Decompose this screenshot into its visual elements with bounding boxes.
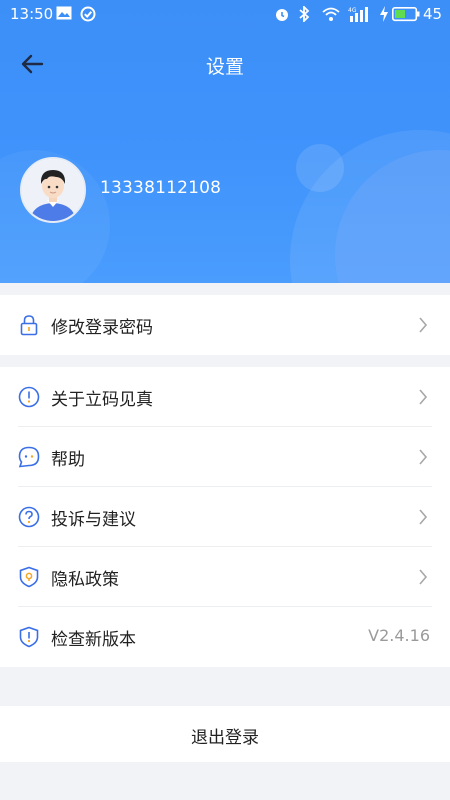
menu-item-label: 投诉与建议 <box>51 510 136 530</box>
menu-item-feedback[interactable]: 投诉与建议 <box>0 487 450 547</box>
chevron-right-icon <box>418 317 428 333</box>
decor-circle <box>296 144 344 192</box>
wifi-icon <box>322 6 340 27</box>
version-value: V2.4.16 <box>368 626 430 645</box>
battery-icon <box>392 6 420 27</box>
profile-header: 13:50 4G 45 设置 13338112108 <box>0 0 450 283</box>
chevron-right-icon <box>418 389 428 405</box>
logout-label: 退出登录 <box>191 728 259 748</box>
menu-item-label: 检查新版本 <box>51 630 136 650</box>
menu-item-privacy[interactable]: 隐私政策 <box>0 547 450 607</box>
menu-item-about[interactable]: 关于立码见真 <box>0 367 450 427</box>
status-time: 13:50 <box>10 5 54 23</box>
bluetooth-icon <box>298 4 310 27</box>
menu-item-label: 关于立码见真 <box>51 390 153 410</box>
check-circle-icon <box>80 6 96 27</box>
info-icon <box>18 386 40 408</box>
status-bar: 13:50 4G 45 <box>0 0 450 28</box>
lock-icon <box>18 314 40 336</box>
menu-item-label: 帮助 <box>51 450 85 470</box>
image-notification-icon <box>56 6 72 25</box>
charging-icon <box>380 6 388 27</box>
chat-icon <box>18 446 40 468</box>
chevron-right-icon <box>418 509 428 525</box>
menu-item-label: 修改登录密码 <box>51 318 153 338</box>
shield-alert-icon <box>18 626 40 648</box>
about-section: 关于立码见真 帮助 投诉与建议 隐私政策 检查新版本 V2.4.16 <box>0 367 450 667</box>
user-avatar-icon <box>22 159 84 221</box>
battery-percent: 45 <box>423 5 443 23</box>
svg-text:4G: 4G <box>348 7 357 14</box>
avatar[interactable] <box>20 157 86 223</box>
security-section: 修改登录密码 <box>0 295 450 355</box>
menu-item-label: 隐私政策 <box>51 570 119 590</box>
signal-icon: 4G <box>348 6 372 27</box>
shield-location-icon <box>18 566 40 588</box>
page-title: 设置 <box>205 56 244 78</box>
alarm-icon <box>274 6 290 27</box>
menu-item-help[interactable]: 帮助 <box>0 427 450 487</box>
navigation-bar: 设置 <box>0 40 450 88</box>
chevron-right-icon <box>418 569 428 585</box>
menu-item-change-password[interactable]: 修改登录密码 <box>0 295 450 355</box>
menu-item-check-update[interactable]: 检查新版本 V2.4.16 <box>0 607 450 667</box>
chevron-right-icon <box>418 449 428 465</box>
question-icon <box>18 506 40 528</box>
user-phone: 13338112108 <box>100 178 222 198</box>
logout-button[interactable]: 退出登录 <box>0 706 450 762</box>
